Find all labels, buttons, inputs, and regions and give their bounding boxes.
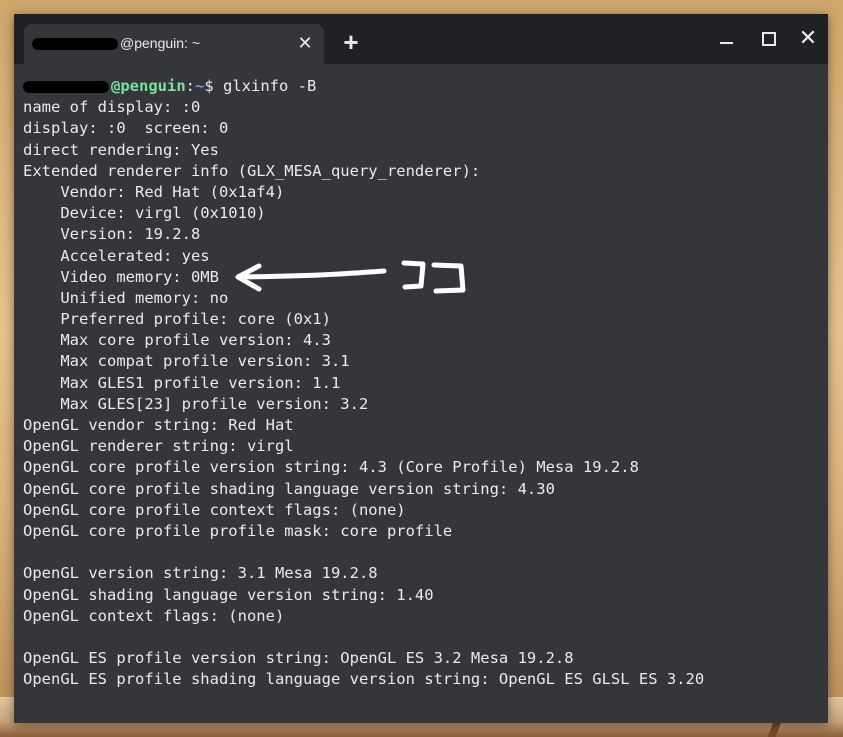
prompt-symbol: $ xyxy=(204,77,224,95)
tab-close-icon[interactable]: ✕ xyxy=(296,34,314,52)
prompt-separator: : xyxy=(185,77,195,95)
terminal-text: @penguin:~$ glxinfo -B name of display: … xyxy=(23,76,704,690)
terminal-tab[interactable]: @penguin: ~ ✕ xyxy=(24,24,324,64)
output-line: Version: 19.2.8 xyxy=(23,225,201,244)
output-line: Vendor: Red Hat (0x1af4) xyxy=(23,182,285,201)
output-line: OpenGL ES profile version string: OpenGL… xyxy=(23,649,574,668)
output-line: OpenGL ES profile shading language versi… xyxy=(23,670,705,689)
redacted-username xyxy=(32,38,118,50)
output-line: name of display: :0 xyxy=(23,98,201,117)
output-line: OpenGL shading language version string: … xyxy=(23,585,434,604)
output-line: Max compat profile version: 3.1 xyxy=(23,352,350,371)
output-line: Device: virgl (0x1010) xyxy=(23,204,266,223)
tab-title: @penguin: ~ xyxy=(120,35,200,51)
output-line: OpenGL core profile shading language ver… xyxy=(23,479,555,498)
prompt-host: @penguin xyxy=(111,77,186,95)
output-line: Accelerated: yes xyxy=(23,246,210,265)
prompt-path: ~ xyxy=(195,77,205,95)
minimize-icon[interactable] xyxy=(714,26,738,50)
output-line: Max GLES[23] profile version: 3.2 xyxy=(23,394,369,413)
output-line: OpenGL core profile profile mask: core p… xyxy=(23,521,453,540)
output-line: OpenGL vendor string: Red Hat xyxy=(23,416,294,434)
output-line: Extended renderer info (GLX_MESA_query_r… xyxy=(23,161,481,180)
output-line: display: :0 screen: 0 xyxy=(23,119,229,138)
output-line: OpenGL core profile version string: 4.3 … xyxy=(23,458,639,477)
output-line: Video memory: 0MB xyxy=(23,267,219,286)
title-bar: @penguin: ~ ✕ + ✕ xyxy=(14,14,828,64)
command-output: name of display: :0 display: :0 screen: 0… xyxy=(23,97,704,690)
new-tab-icon[interactable]: + xyxy=(339,29,363,55)
output-line: OpenGL version string: 3.1 Mesa 19.2.8 xyxy=(23,564,378,583)
output-line: OpenGL core profile context flags: (none… xyxy=(23,500,406,519)
terminal-window: @penguin: ~ ✕ + ✕ @penguin:~$ glxinfo -B… xyxy=(14,14,828,723)
output-line: Preferred profile: core (0x1) xyxy=(23,310,331,329)
maximize-icon[interactable] xyxy=(756,26,780,50)
redacted-username xyxy=(23,80,109,93)
command-text: glxinfo -B xyxy=(223,77,317,95)
close-window-icon[interactable]: ✕ xyxy=(796,26,820,50)
output-line: direct rendering: Yes xyxy=(23,140,219,159)
output-line: Unified memory: no xyxy=(23,288,229,307)
output-line: Max core profile version: 4.3 xyxy=(23,331,331,350)
output-line: OpenGL renderer string: virgl xyxy=(23,437,294,456)
output-line: OpenGL context flags: (none) xyxy=(23,606,285,625)
output-line: Max GLES1 profile version: 1.1 xyxy=(23,373,341,392)
terminal-output-area[interactable]: @penguin:~$ glxinfo -B name of display: … xyxy=(14,64,828,723)
prompt-line: @penguin:~$ glxinfo -B xyxy=(23,76,704,97)
